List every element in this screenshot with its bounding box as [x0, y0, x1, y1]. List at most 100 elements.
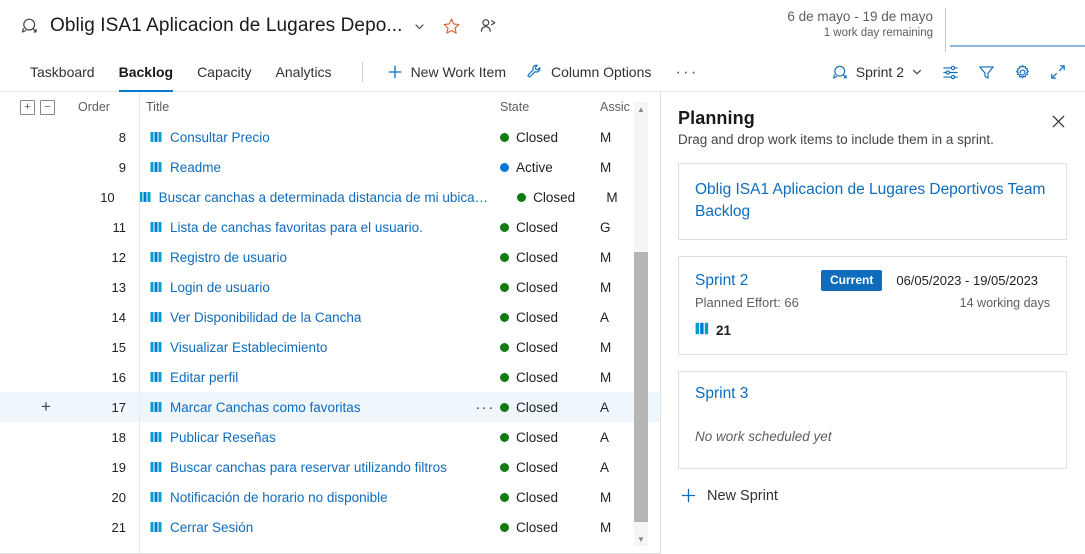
table-row[interactable]: 15 Visualizar Establecimiento Closed M: [0, 332, 660, 362]
cell-title: Ver Disponibilidad de la Cancha: [140, 310, 470, 325]
cell-state: Closed: [500, 460, 600, 475]
iteration-summary: 6 de mayo - 19 de mayo 1 work day remain…: [787, 0, 1085, 52]
iteration-remaining: 1 work day remaining: [823, 27, 933, 40]
add-child-icon[interactable]: +: [20, 397, 72, 417]
work-item-title-link[interactable]: Marcar Canchas como favoritas: [170, 400, 361, 415]
table-row[interactable]: 10 Buscar canchas a determinada distancia…: [0, 182, 660, 212]
scroll-down-arrow-icon[interactable]: ▼: [634, 532, 648, 546]
column-header-order[interactable]: Order: [72, 100, 140, 114]
header-title-group: Oblig ISA1 Aplicacion de Lugares Depo...: [20, 15, 497, 37]
column-header-title[interactable]: Title: [140, 100, 500, 114]
table-row[interactable]: 19 Buscar canchas para reservar utilizand…: [0, 452, 660, 482]
team-backlog-link[interactable]: Oblig ISA1 Aplicacion de Lugares Deporti…: [695, 179, 1050, 223]
work-item-title-link[interactable]: Editar perfil: [170, 370, 238, 385]
work-item-title-link[interactable]: Publicar Reseñas: [170, 430, 276, 445]
cell-title: Cerrar Sesión: [140, 520, 470, 535]
cell-order: 10: [100, 189, 115, 205]
new-sprint-label: New Sprint: [707, 487, 778, 504]
scrollbar-thumb[interactable]: [634, 252, 648, 522]
tab-backlog[interactable]: Backlog: [107, 52, 185, 92]
expand-collapse-controls: + −: [20, 99, 72, 115]
cell-title: Buscar canchas a determinada distancia d…: [129, 190, 491, 205]
sprint-card-top-row: Sprint 3: [695, 385, 1050, 403]
state-label: Closed: [516, 249, 559, 265]
fullscreen-expand-icon[interactable]: [1041, 56, 1075, 88]
team-members-icon[interactable]: [479, 17, 497, 35]
plus-icon: [387, 64, 403, 80]
state-label: Closed: [516, 129, 559, 145]
cell-order: 13: [111, 279, 126, 295]
view-options-button[interactable]: [933, 56, 967, 88]
sprint-name-link[interactable]: Sprint 2: [695, 272, 821, 290]
tab-analytics[interactable]: Analytics: [264, 52, 344, 92]
chevron-down-icon: [911, 66, 923, 78]
sprint-picker-button[interactable]: Sprint 2: [824, 56, 931, 88]
sprint-card-current[interactable]: Sprint 2 Current 06/05/2023 - 19/05/2023…: [678, 256, 1067, 355]
collapse-all-icon[interactable]: −: [40, 99, 55, 115]
grid-vertical-scrollbar[interactable]: ▲ ▼: [634, 102, 648, 546]
new-work-item-button[interactable]: New Work Item: [377, 56, 516, 88]
gear-icon[interactable]: [1005, 56, 1039, 88]
work-item-title-link[interactable]: Registro de usuario: [170, 250, 287, 265]
more-commands-button[interactable]: ···: [665, 63, 708, 80]
scroll-up-arrow-icon[interactable]: ▲: [634, 102, 648, 116]
cell-state: Closed: [500, 220, 600, 235]
table-row[interactable]: 13 Login de usuario Closed M: [0, 272, 660, 302]
table-row[interactable]: 11 Lista de canchas favoritas para el usu…: [0, 212, 660, 242]
team-backlog-card[interactable]: Oblig ISA1 Aplicacion de Lugares Deporti…: [678, 163, 1067, 240]
cell-state: Closed: [500, 520, 600, 535]
work-item-title-link[interactable]: Notificación de horario no disponible: [170, 490, 388, 505]
work-item-title-link[interactable]: Cerrar Sesión: [170, 520, 253, 535]
column-options-label: Column Options: [551, 63, 652, 80]
filter-button[interactable]: [969, 56, 1003, 88]
work-item-title-link[interactable]: Consultar Precio: [170, 130, 270, 145]
sprint-work-item-count: 21: [695, 322, 1050, 338]
cell-order: 11: [112, 219, 127, 235]
row-context-menu-icon[interactable]: ···: [470, 400, 500, 415]
column-header-state[interactable]: State: [500, 100, 600, 114]
work-item-title-link[interactable]: Readme: [170, 160, 221, 175]
work-item-title-link[interactable]: Buscar canchas a determinada distancia d…: [159, 190, 491, 205]
tab-capacity[interactable]: Capacity: [185, 52, 263, 92]
new-sprint-button[interactable]: New Sprint: [678, 487, 1067, 504]
state-label: Closed: [516, 519, 559, 535]
plus-icon: [680, 487, 697, 504]
planning-panel: Planning Drag and drop work items to inc…: [660, 92, 1085, 554]
table-row[interactable]: 9 Readme Active M: [0, 152, 660, 182]
table-row[interactable]: 18 Publicar Reseñas Closed A: [0, 422, 660, 452]
cell-order: 12: [111, 249, 126, 265]
user-story-icon: [139, 191, 152, 203]
close-icon[interactable]: [1045, 108, 1071, 134]
toolbar-divider: [361, 61, 363, 82]
command-bar-right: Sprint 2: [824, 52, 1075, 92]
table-row[interactable]: 8 Consultar Precio Closed M: [0, 122, 660, 152]
sprint-icon: [832, 64, 849, 81]
cell-title: Consultar Precio: [140, 130, 470, 145]
table-row[interactable]: 14 Ver Disponibilidad de la Cancha Closed A: [0, 302, 660, 332]
table-row[interactable]: 20 Notificación de horario no disponible C…: [0, 482, 660, 512]
work-item-title-link[interactable]: Buscar canchas para reservar utilizando …: [170, 460, 447, 475]
work-item-title-link[interactable]: Ver Disponibilidad de la Cancha: [170, 310, 361, 325]
table-row[interactable]: 16 Editar perfil Closed M: [0, 362, 660, 392]
cell-assigned-to: M: [600, 369, 612, 385]
sprint-card-next[interactable]: Sprint 3 No work scheduled yet: [678, 371, 1067, 469]
favorite-star-icon[interactable]: [442, 17, 461, 36]
page-header: Oblig ISA1 Aplicacion de Lugares Depo...…: [0, 0, 1085, 52]
column-options-button[interactable]: Column Options: [516, 56, 661, 88]
status-badge: Current: [821, 270, 883, 291]
expand-all-icon[interactable]: +: [20, 99, 35, 115]
cell-title: Visualizar Establecimiento: [140, 340, 470, 355]
table-row[interactable]: 12 Registro de usuario Closed M: [0, 242, 660, 272]
work-item-title-link[interactable]: Visualizar Establecimiento: [170, 340, 327, 355]
chevron-down-icon[interactable]: [413, 20, 426, 33]
state-dot-icon: [500, 432, 509, 442]
column-header-assigned-to[interactable]: Assic: [600, 100, 660, 114]
cell-assigned-to: A: [600, 309, 610, 325]
table-row[interactable]: 21 Cerrar Sesión Closed M: [0, 512, 660, 542]
sprint-name-link[interactable]: Sprint 3: [695, 385, 821, 403]
work-item-title-link[interactable]: Login de usuario: [170, 280, 270, 295]
work-item-title-link[interactable]: Lista de canchas favoritas para el usuar…: [170, 220, 423, 235]
tab-taskboard[interactable]: Taskboard: [18, 52, 107, 92]
cell-assigned-to: A: [600, 399, 610, 415]
table-row[interactable]: +17 Marcar Canchas como favoritas ··· Close…: [0, 392, 660, 422]
